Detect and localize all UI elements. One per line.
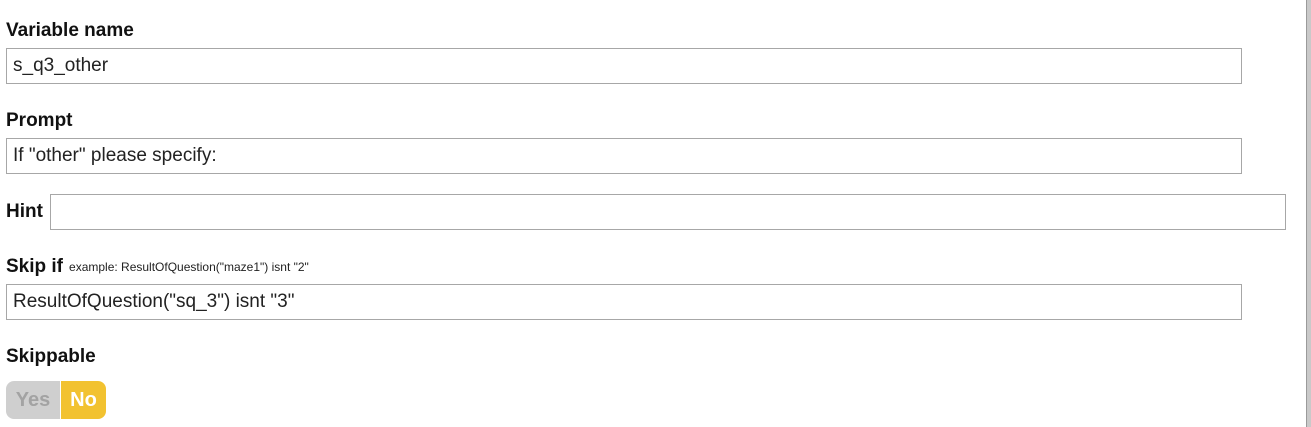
skip-if-input[interactable]: [6, 284, 1242, 320]
skippable-no-option[interactable]: No: [60, 381, 106, 419]
skip-if-example-note: example: ResultOfQuestion("maze1") isnt …: [69, 260, 309, 274]
hint-input[interactable]: [50, 194, 1286, 230]
variable-name-label: Variable name: [6, 20, 134, 41]
hint-label: Hint: [6, 201, 43, 222]
prompt-label: Prompt: [6, 110, 73, 131]
skip-if-label: Skip if: [6, 256, 64, 277]
page-scrollbar-edge[interactable]: [1306, 0, 1311, 427]
skippable-toggle[interactable]: Yes No: [6, 381, 106, 419]
skippable-label: Skippable: [6, 346, 96, 367]
skip-if-label-row: Skip if example: ResultOfQuestion("maze1"…: [6, 256, 309, 278]
prompt-input[interactable]: [6, 138, 1242, 174]
variable-name-input[interactable]: [6, 48, 1242, 84]
skippable-yes-option[interactable]: Yes: [6, 381, 60, 419]
